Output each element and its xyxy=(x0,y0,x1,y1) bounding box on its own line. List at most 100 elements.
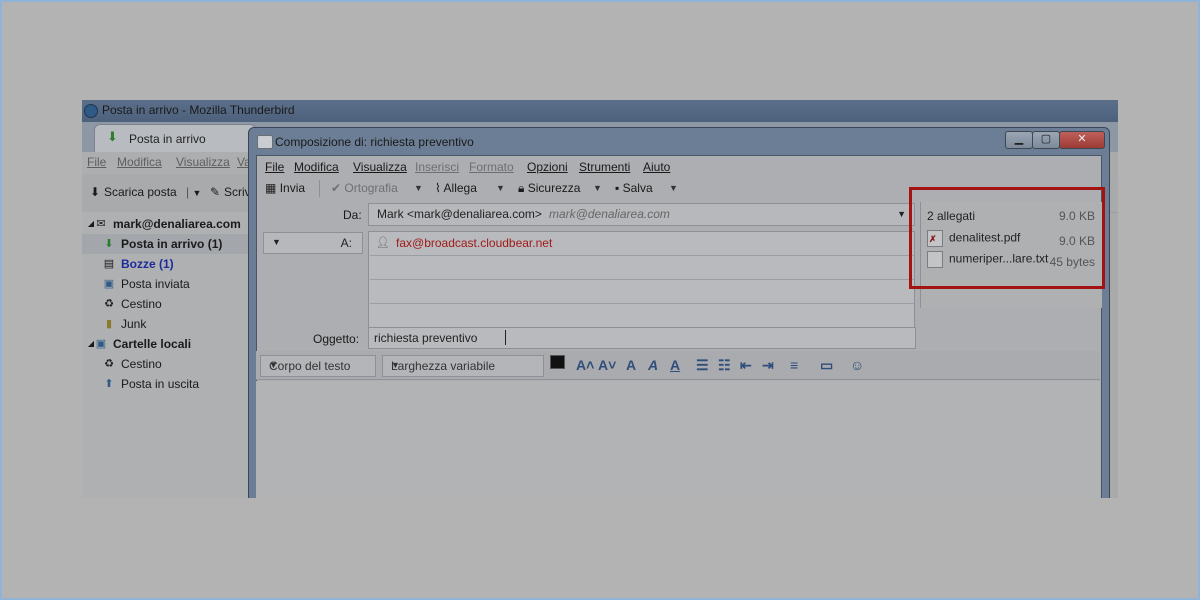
chevron-down-icon[interactable]: ▼ xyxy=(193,188,202,198)
menu-file[interactable]: File xyxy=(87,155,106,169)
spell-dropdown[interactable]: ▼ xyxy=(414,183,423,193)
format-toolbar: Corpo del testo ▼ Larghezza variabile ▼ … xyxy=(256,351,1100,380)
bold-icon[interactable]: A xyxy=(626,357,636,373)
download-icon: ⬇ xyxy=(90,185,101,199)
menu-opzioni[interactable]: Opzioni xyxy=(527,160,568,174)
folder-outbox[interactable]: ⬆ Posta in uscita xyxy=(82,374,252,394)
folder-drafts[interactable]: ▤ Bozze (1) xyxy=(82,254,252,274)
close-button[interactable]: ✕ xyxy=(1059,131,1105,149)
chevron-down-icon: ▼ xyxy=(391,360,400,370)
folder-junk[interactable]: ▮ Junk xyxy=(82,314,252,334)
security-button[interactable]: 🔒︎ Sicurezza xyxy=(518,181,580,196)
lock-icon: 🔒︎ xyxy=(518,181,525,195)
chevron-down-icon[interactable]: ▼ xyxy=(897,209,906,219)
menu-formato[interactable]: Formato xyxy=(469,160,514,174)
main-titlebar: Posta in arrivo - Mozilla Thunderbird xyxy=(82,100,1118,122)
outbox-label: Posta in uscita xyxy=(121,377,200,391)
from-label: Da: xyxy=(343,208,362,222)
inbox-folder-icon: ⬇ xyxy=(104,238,114,250)
to-value: fax@broadcast.cloudbear.net xyxy=(396,236,553,250)
drafts-label: Bozze (1) xyxy=(121,257,174,271)
menu-visualizza[interactable]: Visualizza xyxy=(353,160,407,174)
get-mail-button[interactable]: ⬇ Scarica posta | ▼ xyxy=(90,185,201,199)
menu-inserisci[interactable]: Inserisci xyxy=(415,160,459,174)
compose-menubar: File Modifica Visualizza Inserisci Forma… xyxy=(257,156,1101,176)
align-icon[interactable]: ≡ xyxy=(790,357,798,373)
subject-input[interactable]: richiesta preventivo xyxy=(368,327,916,349)
folder-inbox[interactable]: ⬇ Posta in arrivo (1) xyxy=(82,234,252,254)
trash-icon: ♻ xyxy=(104,298,114,310)
paragraph-format-select[interactable]: Corpo del testo ▼ xyxy=(260,355,376,377)
screenshot-area: Posta in arrivo - Mozilla Thunderbird ⬇ … xyxy=(82,100,1118,498)
indent-icon[interactable]: ⇥ xyxy=(762,357,774,374)
message-editor[interactable] xyxy=(256,381,1100,498)
maximize-button[interactable]: ▢ xyxy=(1032,131,1060,149)
insert-image-icon[interactable]: ▭ xyxy=(820,357,833,374)
send-label: Invia xyxy=(279,181,306,195)
chevron-down-icon: ▼ xyxy=(269,360,278,370)
write-label: Scriv xyxy=(224,185,251,199)
menu-modifica[interactable]: Modifica xyxy=(117,155,162,169)
address-row-empty[interactable] xyxy=(370,304,914,327)
save-dropdown[interactable]: ▼ xyxy=(669,183,678,193)
font-select[interactable]: Larghezza variabile ▼ xyxy=(382,355,544,377)
address-list[interactable]: 👤︎ fax@broadcast.cloudbear.net xyxy=(368,231,915,328)
address-row[interactable]: 👤︎ fax@broadcast.cloudbear.net xyxy=(370,232,914,256)
from-select[interactable]: Mark <mark@denaliarea.com> mark@denaliar… xyxy=(368,203,915,226)
person-icon: 👤︎ xyxy=(376,237,390,249)
italic-icon[interactable]: A xyxy=(648,357,658,373)
send-button[interactable]: ▦ Invia xyxy=(265,181,305,195)
attach-button[interactable]: ⌇ Allega xyxy=(435,181,477,195)
outbox-icon: ⬆ xyxy=(104,378,114,390)
save-button[interactable]: ▪ Salva xyxy=(615,181,653,195)
local-folders-label: Cartelle locali xyxy=(113,337,192,351)
junk-folder-icon: ▮ xyxy=(105,318,113,330)
account-label: mark@denaliarea.com xyxy=(113,217,241,231)
folder-pane: ◢ ✉ mark@denaliarea.com ⬇ Posta in arriv… xyxy=(82,212,252,498)
tab-inbox[interactable]: ⬇ Posta in arrivo xyxy=(94,124,256,153)
local-trash-label: Cestino xyxy=(121,357,162,371)
security-dropdown[interactable]: ▼ xyxy=(593,183,602,193)
compose-title: Composizione di: richiesta preventivo xyxy=(275,135,474,149)
floppy-icon: ▪ xyxy=(615,181,620,195)
folder-local-trash[interactable]: ♻ Cestino xyxy=(82,354,252,374)
save-label: Salva xyxy=(622,181,653,195)
menu-visualizza[interactable]: Visualizza xyxy=(176,155,230,169)
send-icon: ▦ xyxy=(265,181,277,195)
inbox-folder-label: Posta in arrivo (1) xyxy=(121,237,223,251)
from-value: Mark <mark@denaliarea.com> xyxy=(377,207,542,221)
text-color-icon[interactable] xyxy=(550,355,565,369)
folder-local[interactable]: ◢ ▣ Cartelle locali xyxy=(82,334,252,354)
main-menubar: File Modifica Visualizza Va xyxy=(82,152,251,174)
pencil-icon: ✎ xyxy=(210,185,221,199)
trash-label: Cestino xyxy=(121,297,162,311)
trash-icon: ♻ xyxy=(104,358,114,370)
address-row-empty[interactable] xyxy=(370,256,914,280)
inbox-icon: ⬇ xyxy=(107,129,118,144)
account-icon: ✉ xyxy=(96,218,106,230)
write-button[interactable]: ✎ Scriv xyxy=(210,185,251,199)
paperclip-icon: ⌇ xyxy=(435,181,441,195)
smiley-icon[interactable]: ☺ xyxy=(850,357,864,373)
address-type-select[interactable]: ▼ A: xyxy=(263,232,363,254)
folder-sent[interactable]: ▣ Posta inviata xyxy=(82,274,252,294)
font-larger-icon[interactable]: A˄ xyxy=(576,357,594,373)
menu-file[interactable]: File xyxy=(265,160,284,174)
menu-modifica[interactable]: Modifica xyxy=(294,160,339,174)
font-smaller-icon[interactable]: A˅ xyxy=(598,357,616,373)
spell-button[interactable]: ✔ Ortografia xyxy=(331,181,398,195)
computer-icon: ▣ xyxy=(95,338,107,350)
folder-trash[interactable]: ♻ Cestino xyxy=(82,294,252,314)
folder-account[interactable]: ◢ ✉ mark@denaliarea.com xyxy=(82,214,252,234)
menu-aiuto[interactable]: Aiuto xyxy=(643,160,670,174)
bullet-list-icon[interactable]: ☰ xyxy=(696,357,709,374)
attach-dropdown[interactable]: ▼ xyxy=(496,183,505,193)
checkmark-icon: ✔ xyxy=(331,181,342,195)
chevron-down-icon: ▼ xyxy=(272,237,281,247)
numbered-list-icon[interactable]: ☷ xyxy=(718,357,731,374)
address-row-empty[interactable] xyxy=(370,280,914,304)
menu-strumenti[interactable]: Strumenti xyxy=(579,160,630,174)
outdent-icon[interactable]: ⇤ xyxy=(740,357,752,374)
minimize-button[interactable]: ▁ xyxy=(1005,131,1033,149)
underline-icon[interactable]: A xyxy=(670,357,680,373)
